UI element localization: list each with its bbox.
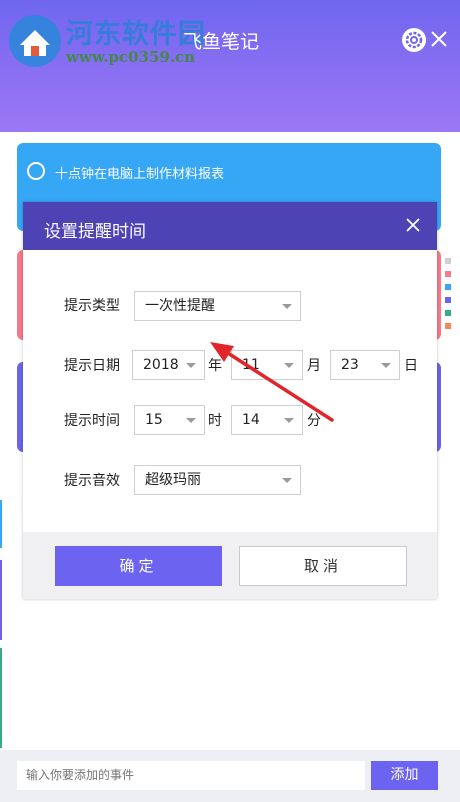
day-select[interactable]: 23 <box>330 350 400 380</box>
sound-label: 提示音效 <box>64 473 120 489</box>
app-header: 河东软件园 www.pc0359.cn 飞鱼笔记 <box>0 0 460 132</box>
type-select[interactable]: 一次性提醒 <box>134 291 301 321</box>
sound-select[interactable]: 超级玛丽 <box>134 465 301 495</box>
add-event-bar: 添加 <box>0 750 460 802</box>
watermark-url: www.pc0359.cn <box>66 48 196 66</box>
dialog-footer: 确定 取消 <box>23 532 437 599</box>
cancel-button[interactable]: 取消 <box>239 546 407 586</box>
color-dot[interactable] <box>445 258 451 264</box>
type-label: 提示类型 <box>64 298 120 314</box>
type-value: 一次性提醒 <box>145 298 215 314</box>
dialog-header: 设置提醒时间 <box>23 202 437 250</box>
gear-icon[interactable] <box>401 27 427 53</box>
hour-value: 15 <box>145 412 163 428</box>
year-value: 2018 <box>143 357 179 373</box>
list-edge-green <box>0 648 2 748</box>
chevron-down-icon <box>282 304 292 309</box>
day-unit: 日 <box>404 358 418 374</box>
note-text: 十点钟在电脑上制作材料报表 <box>55 167 225 182</box>
color-dot[interactable] <box>445 310 451 316</box>
note-checkbox[interactable] <box>27 162 45 180</box>
watermark-logo-icon <box>9 15 61 67</box>
day-value: 23 <box>341 357 359 373</box>
close-icon[interactable] <box>430 30 448 48</box>
chevron-down-icon <box>381 363 391 368</box>
confirm-button[interactable]: 确定 <box>55 546 222 586</box>
time-label: 提示时间 <box>64 413 120 429</box>
annotation-arrow-icon <box>210 342 334 422</box>
add-button[interactable]: 添加 <box>371 761 438 790</box>
color-dot[interactable] <box>445 271 451 277</box>
chevron-down-icon <box>186 418 196 423</box>
close-icon[interactable] <box>404 216 422 234</box>
color-dot[interactable] <box>445 323 451 329</box>
add-event-input[interactable] <box>17 761 365 790</box>
color-dot[interactable] <box>445 284 451 290</box>
app-title: 飞鱼笔记 <box>183 31 260 53</box>
date-label: 提示日期 <box>64 358 120 374</box>
dialog-title: 设置提醒时间 <box>44 222 146 242</box>
sound-value: 超级玛丽 <box>145 472 201 488</box>
chevron-down-icon <box>282 478 292 483</box>
chevron-down-icon <box>186 363 196 368</box>
hour-select[interactable]: 15 <box>134 405 205 435</box>
list-edge-blue <box>0 500 2 548</box>
year-select[interactable]: 2018 <box>132 350 205 380</box>
color-dot[interactable] <box>445 297 451 303</box>
color-dots <box>445 258 451 336</box>
list-edge-purple <box>0 560 2 640</box>
